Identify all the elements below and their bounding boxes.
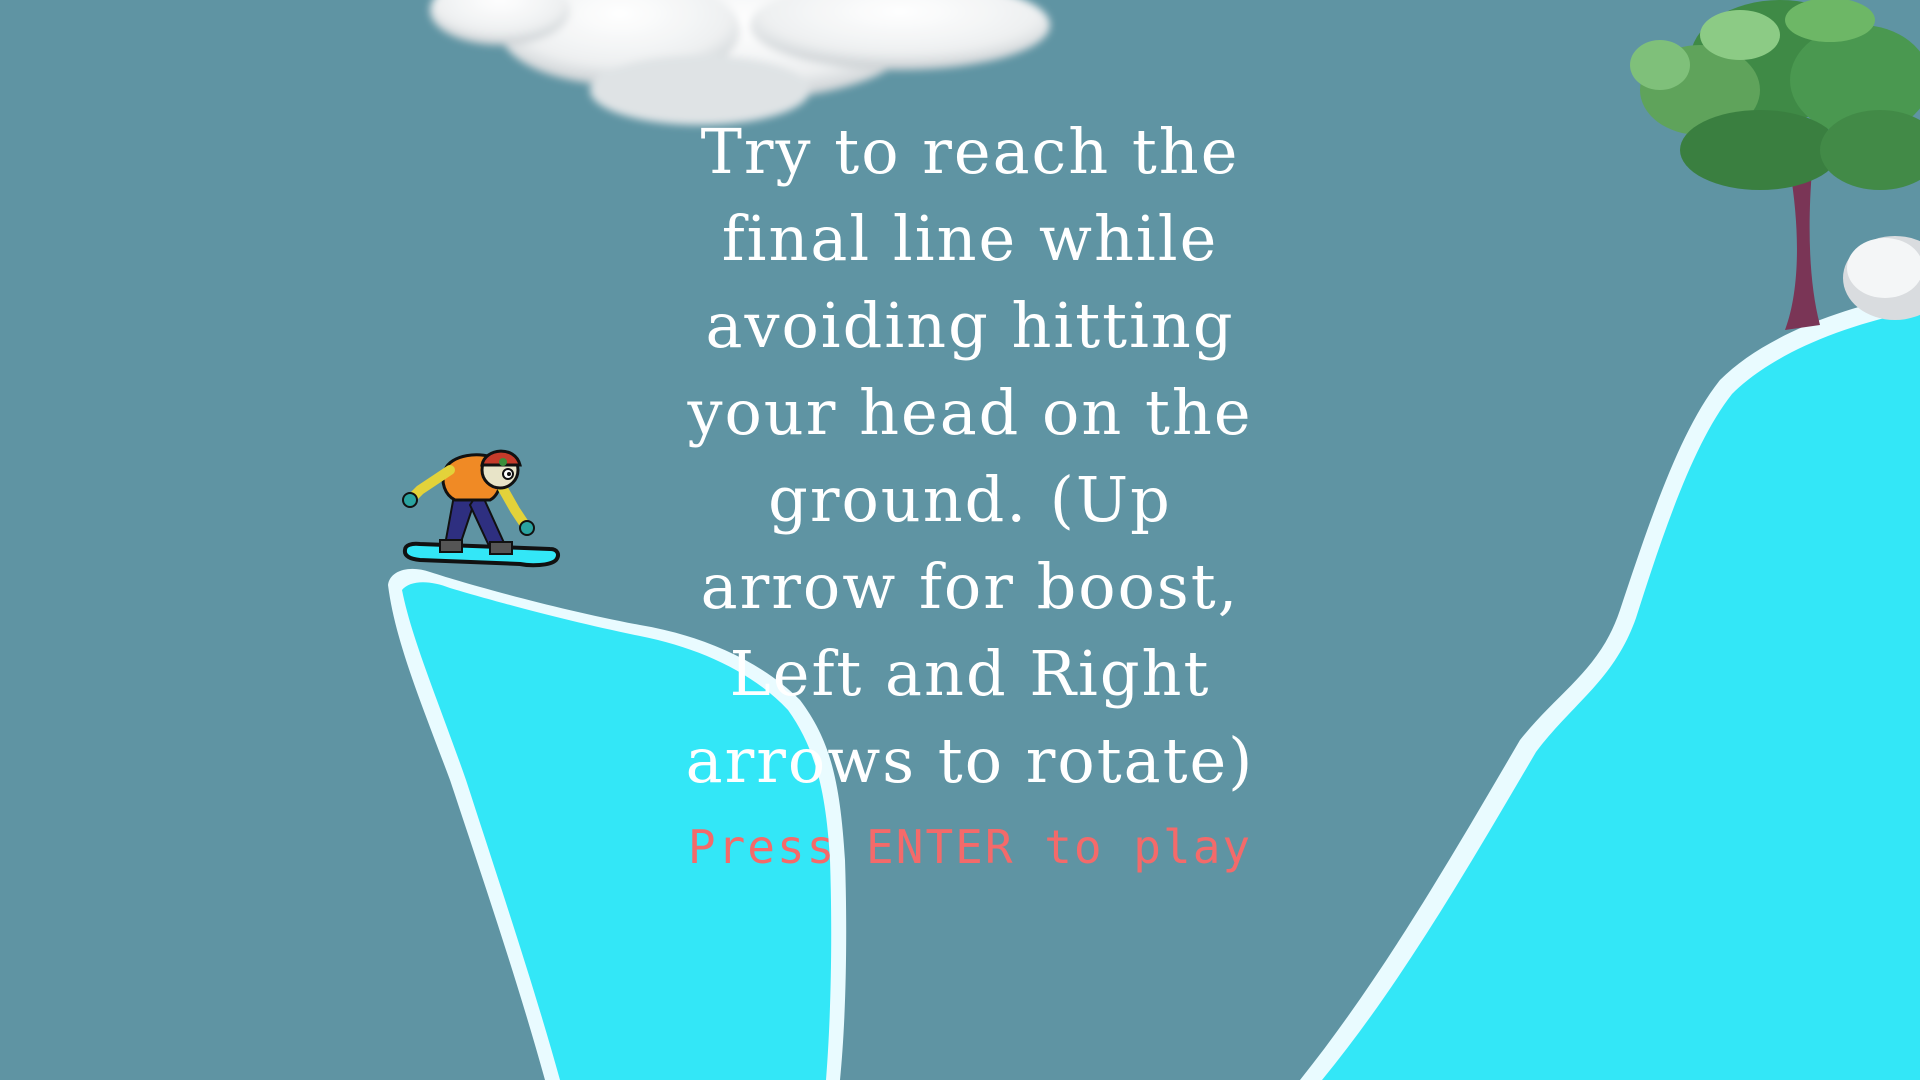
snowboarder-icon: [402, 449, 560, 568]
instructions-text: Try to reach the final line while avoidi…: [685, 115, 1255, 797]
start-prompt[interactable]: Press ENTER to play: [640, 820, 1300, 874]
snow-rock-icon: [1843, 236, 1920, 320]
cloud-icon: [430, 0, 1050, 125]
right-snow-slope: [1300, 292, 1920, 1080]
